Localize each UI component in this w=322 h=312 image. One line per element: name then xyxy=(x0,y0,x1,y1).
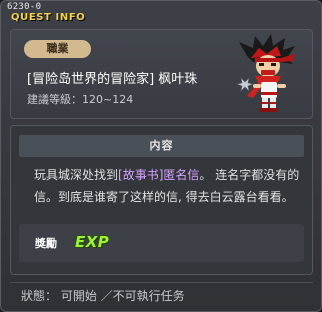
reward-row: 獎勵 EXP xyxy=(19,224,304,262)
description-text: 玩具城深处找到 xyxy=(34,168,119,182)
quest-id: 6230-0 xyxy=(7,2,42,12)
exp-icon: EXP xyxy=(75,233,110,251)
quest-content-panel: 内容 玩具城深处找到[故事书]匿名信。 连名字都没有的信。到底是谁寄了这样的信,… xyxy=(10,125,313,275)
window-title: QUEST INFO xyxy=(11,12,86,23)
quest-name: [冒险岛世界的冒险家] 枫叶珠 xyxy=(27,72,198,87)
job-badge: 職業 xyxy=(24,40,91,58)
npc-sprite-icon xyxy=(235,34,295,112)
quest-header-panel: 職業 [冒险岛世界的冒险家] 枫叶珠 建議等級：120~124 xyxy=(10,29,313,119)
quest-description: 玩具城深处找到[故事书]匿名信。 连名字都没有的信。到底是谁寄了这样的信, 得去… xyxy=(34,164,306,208)
divider xyxy=(10,282,313,283)
content-section-title: 内容 xyxy=(19,135,304,157)
quest-status: 狀態： 可開始 ／不可執行任务 xyxy=(21,289,185,303)
title-bar[interactable]: 6230-0 QUEST INFO xyxy=(5,2,125,24)
quest-info-window: 6230-0 QUEST INFO 職業 [冒险岛世界的冒险家] 枫叶珠 建議等… xyxy=(0,0,322,312)
reward-label: 獎勵 xyxy=(35,237,57,250)
recommended-level: 建議等級：120~124 xyxy=(27,93,134,106)
quest-item-highlight: [故事书]匿名信 xyxy=(118,168,200,182)
